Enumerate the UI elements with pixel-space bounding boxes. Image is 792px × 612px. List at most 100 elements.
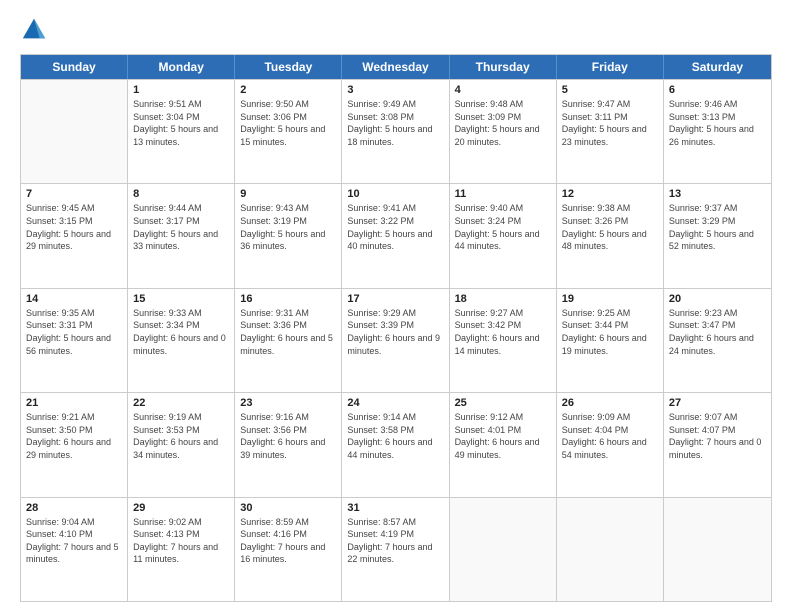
cal-cell: 20 Sunrise: 9:23 AM Sunset: 3:47 PM Dayl… <box>664 289 771 392</box>
day-info: Sunrise: 9:43 AM Sunset: 3:19 PM Dayligh… <box>240 202 336 252</box>
cal-cell: 4 Sunrise: 9:48 AM Sunset: 3:09 PM Dayli… <box>450 80 557 183</box>
day-number: 15 <box>133 293 229 305</box>
day-number: 18 <box>455 293 551 305</box>
cal-header-sunday: Sunday <box>21 55 128 79</box>
day-info: Sunrise: 9:31 AM Sunset: 3:36 PM Dayligh… <box>240 307 336 357</box>
day-info: Sunrise: 9:04 AM Sunset: 4:10 PM Dayligh… <box>26 516 122 566</box>
day-number: 9 <box>240 188 336 200</box>
day-number: 10 <box>347 188 443 200</box>
day-number: 30 <box>240 502 336 514</box>
day-number: 11 <box>455 188 551 200</box>
cal-cell: 27 Sunrise: 9:07 AM Sunset: 4:07 PM Dayl… <box>664 393 771 496</box>
day-number: 25 <box>455 397 551 409</box>
day-info: Sunrise: 9:02 AM Sunset: 4:13 PM Dayligh… <box>133 516 229 566</box>
cal-cell: 19 Sunrise: 9:25 AM Sunset: 3:44 PM Dayl… <box>557 289 664 392</box>
day-info: Sunrise: 9:45 AM Sunset: 3:15 PM Dayligh… <box>26 202 122 252</box>
cal-cell: 2 Sunrise: 9:50 AM Sunset: 3:06 PM Dayli… <box>235 80 342 183</box>
cal-cell <box>450 498 557 601</box>
day-info: Sunrise: 9:40 AM Sunset: 3:24 PM Dayligh… <box>455 202 551 252</box>
day-info: Sunrise: 9:33 AM Sunset: 3:34 PM Dayligh… <box>133 307 229 357</box>
day-info: Sunrise: 9:35 AM Sunset: 3:31 PM Dayligh… <box>26 307 122 357</box>
cal-cell: 14 Sunrise: 9:35 AM Sunset: 3:31 PM Dayl… <box>21 289 128 392</box>
cal-cell: 1 Sunrise: 9:51 AM Sunset: 3:04 PM Dayli… <box>128 80 235 183</box>
cal-cell <box>21 80 128 183</box>
day-number: 27 <box>669 397 766 409</box>
cal-week-1: 1 Sunrise: 9:51 AM Sunset: 3:04 PM Dayli… <box>21 79 771 183</box>
cal-cell: 5 Sunrise: 9:47 AM Sunset: 3:11 PM Dayli… <box>557 80 664 183</box>
day-number: 17 <box>347 293 443 305</box>
calendar-body: 1 Sunrise: 9:51 AM Sunset: 3:04 PM Dayli… <box>21 79 771 601</box>
day-number: 24 <box>347 397 443 409</box>
day-info: Sunrise: 9:41 AM Sunset: 3:22 PM Dayligh… <box>347 202 443 252</box>
day-info: Sunrise: 9:14 AM Sunset: 3:58 PM Dayligh… <box>347 411 443 461</box>
day-info: Sunrise: 9:19 AM Sunset: 3:53 PM Dayligh… <box>133 411 229 461</box>
day-info: Sunrise: 9:16 AM Sunset: 3:56 PM Dayligh… <box>240 411 336 461</box>
day-number: 8 <box>133 188 229 200</box>
cal-header-monday: Monday <box>128 55 235 79</box>
day-info: Sunrise: 9:37 AM Sunset: 3:29 PM Dayligh… <box>669 202 766 252</box>
cal-cell: 9 Sunrise: 9:43 AM Sunset: 3:19 PM Dayli… <box>235 184 342 287</box>
cal-cell: 31 Sunrise: 8:57 AM Sunset: 4:19 PM Dayl… <box>342 498 449 601</box>
day-info: Sunrise: 9:07 AM Sunset: 4:07 PM Dayligh… <box>669 411 766 461</box>
calendar: SundayMondayTuesdayWednesdayThursdayFrid… <box>20 54 772 602</box>
cal-cell: 10 Sunrise: 9:41 AM Sunset: 3:22 PM Dayl… <box>342 184 449 287</box>
cal-header-tuesday: Tuesday <box>235 55 342 79</box>
day-info: Sunrise: 9:46 AM Sunset: 3:13 PM Dayligh… <box>669 98 766 148</box>
cal-header-wednesday: Wednesday <box>342 55 449 79</box>
cal-cell <box>664 498 771 601</box>
cal-cell: 28 Sunrise: 9:04 AM Sunset: 4:10 PM Dayl… <box>21 498 128 601</box>
day-info: Sunrise: 9:21 AM Sunset: 3:50 PM Dayligh… <box>26 411 122 461</box>
logo <box>20 16 52 44</box>
day-number: 23 <box>240 397 336 409</box>
calendar-header-row: SundayMondayTuesdayWednesdayThursdayFrid… <box>21 55 771 79</box>
day-info: Sunrise: 9:27 AM Sunset: 3:42 PM Dayligh… <box>455 307 551 357</box>
cal-header-friday: Friday <box>557 55 664 79</box>
day-number: 3 <box>347 84 443 96</box>
day-number: 7 <box>26 188 122 200</box>
day-number: 4 <box>455 84 551 96</box>
cal-cell <box>557 498 664 601</box>
day-number: 13 <box>669 188 766 200</box>
day-info: Sunrise: 9:09 AM Sunset: 4:04 PM Dayligh… <box>562 411 658 461</box>
day-info: Sunrise: 9:29 AM Sunset: 3:39 PM Dayligh… <box>347 307 443 357</box>
day-info: Sunrise: 9:49 AM Sunset: 3:08 PM Dayligh… <box>347 98 443 148</box>
cal-cell: 18 Sunrise: 9:27 AM Sunset: 3:42 PM Dayl… <box>450 289 557 392</box>
cal-cell: 12 Sunrise: 9:38 AM Sunset: 3:26 PM Dayl… <box>557 184 664 287</box>
header <box>20 16 772 44</box>
day-info: Sunrise: 9:47 AM Sunset: 3:11 PM Dayligh… <box>562 98 658 148</box>
logo-icon <box>20 16 48 44</box>
day-info: Sunrise: 9:44 AM Sunset: 3:17 PM Dayligh… <box>133 202 229 252</box>
cal-cell: 24 Sunrise: 9:14 AM Sunset: 3:58 PM Dayl… <box>342 393 449 496</box>
cal-cell: 23 Sunrise: 9:16 AM Sunset: 3:56 PM Dayl… <box>235 393 342 496</box>
day-number: 26 <box>562 397 658 409</box>
cal-cell: 6 Sunrise: 9:46 AM Sunset: 3:13 PM Dayli… <box>664 80 771 183</box>
cal-cell: 26 Sunrise: 9:09 AM Sunset: 4:04 PM Dayl… <box>557 393 664 496</box>
day-number: 28 <box>26 502 122 514</box>
day-number: 5 <box>562 84 658 96</box>
cal-cell: 8 Sunrise: 9:44 AM Sunset: 3:17 PM Dayli… <box>128 184 235 287</box>
cal-cell: 29 Sunrise: 9:02 AM Sunset: 4:13 PM Dayl… <box>128 498 235 601</box>
day-number: 14 <box>26 293 122 305</box>
day-number: 31 <box>347 502 443 514</box>
cal-header-thursday: Thursday <box>450 55 557 79</box>
cal-cell: 7 Sunrise: 9:45 AM Sunset: 3:15 PM Dayli… <box>21 184 128 287</box>
day-number: 1 <box>133 84 229 96</box>
page: SundayMondayTuesdayWednesdayThursdayFrid… <box>0 0 792 612</box>
cal-cell: 25 Sunrise: 9:12 AM Sunset: 4:01 PM Dayl… <box>450 393 557 496</box>
cal-cell: 30 Sunrise: 8:59 AM Sunset: 4:16 PM Dayl… <box>235 498 342 601</box>
day-info: Sunrise: 8:59 AM Sunset: 4:16 PM Dayligh… <box>240 516 336 566</box>
day-number: 20 <box>669 293 766 305</box>
cal-week-5: 28 Sunrise: 9:04 AM Sunset: 4:10 PM Dayl… <box>21 497 771 601</box>
day-info: Sunrise: 9:25 AM Sunset: 3:44 PM Dayligh… <box>562 307 658 357</box>
day-number: 22 <box>133 397 229 409</box>
day-info: Sunrise: 9:51 AM Sunset: 3:04 PM Dayligh… <box>133 98 229 148</box>
cal-header-saturday: Saturday <box>664 55 771 79</box>
cal-week-2: 7 Sunrise: 9:45 AM Sunset: 3:15 PM Dayli… <box>21 183 771 287</box>
cal-cell: 11 Sunrise: 9:40 AM Sunset: 3:24 PM Dayl… <box>450 184 557 287</box>
cal-week-4: 21 Sunrise: 9:21 AM Sunset: 3:50 PM Dayl… <box>21 392 771 496</box>
day-info: Sunrise: 9:50 AM Sunset: 3:06 PM Dayligh… <box>240 98 336 148</box>
cal-cell: 21 Sunrise: 9:21 AM Sunset: 3:50 PM Dayl… <box>21 393 128 496</box>
day-number: 16 <box>240 293 336 305</box>
cal-cell: 3 Sunrise: 9:49 AM Sunset: 3:08 PM Dayli… <box>342 80 449 183</box>
day-number: 2 <box>240 84 336 96</box>
